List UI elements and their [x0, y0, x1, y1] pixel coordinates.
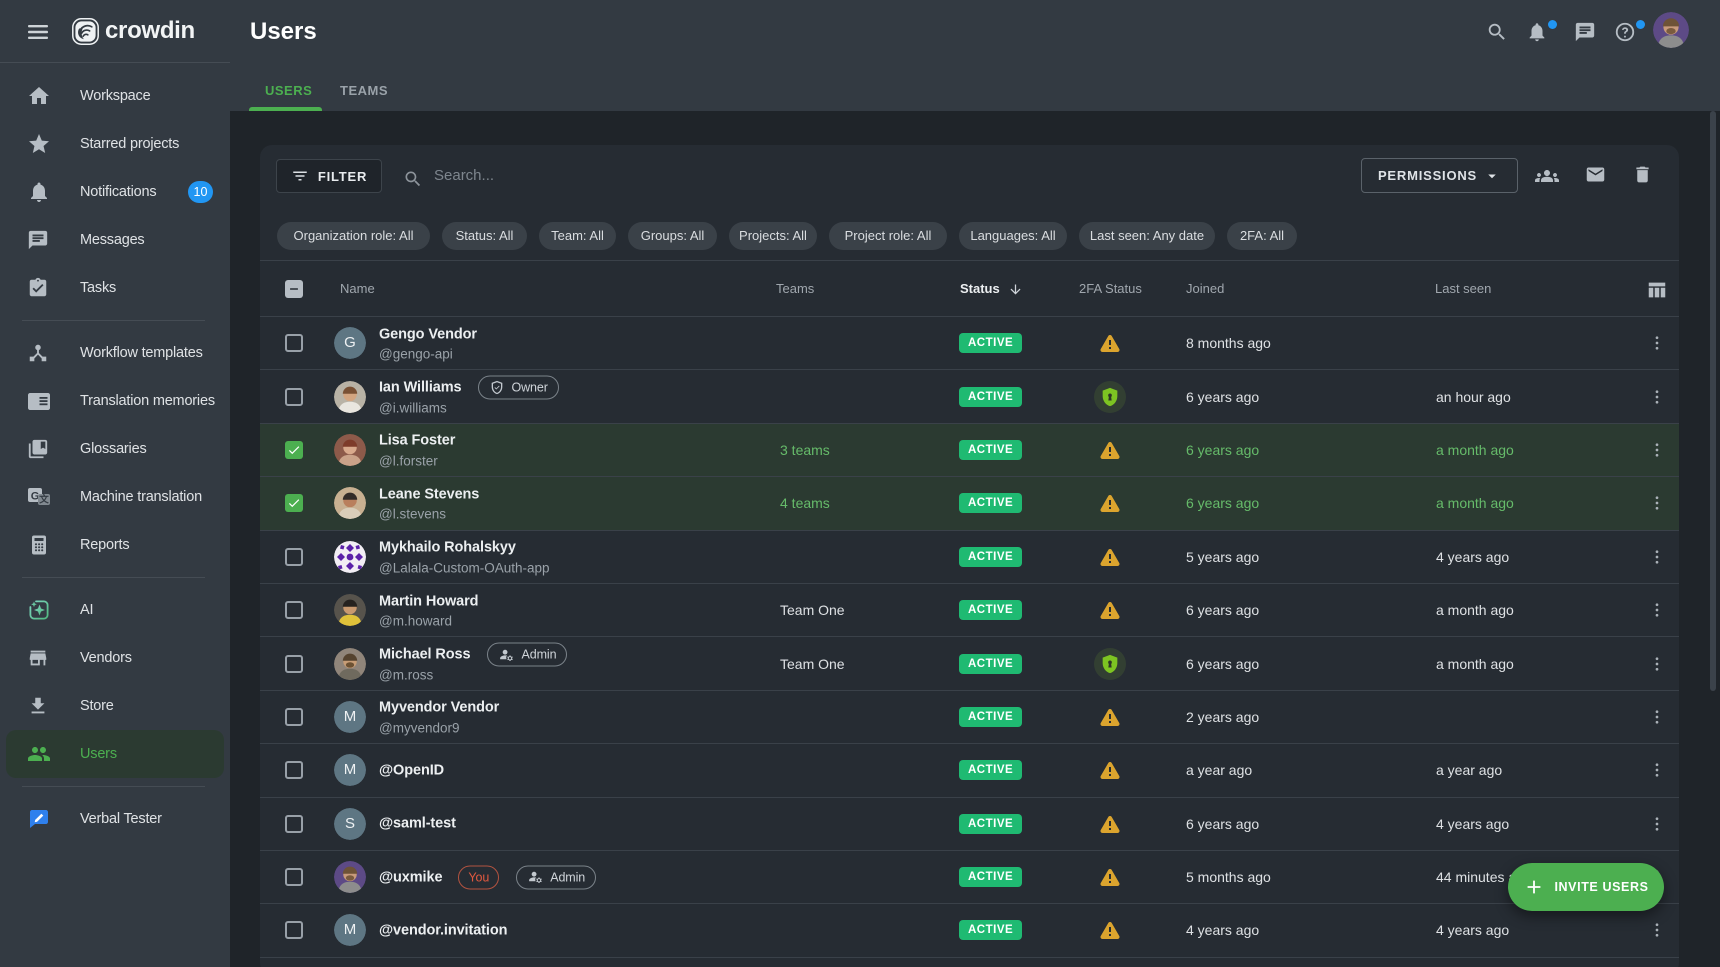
svg-text:G: G [31, 491, 40, 503]
svg-text:文: 文 [38, 494, 49, 506]
